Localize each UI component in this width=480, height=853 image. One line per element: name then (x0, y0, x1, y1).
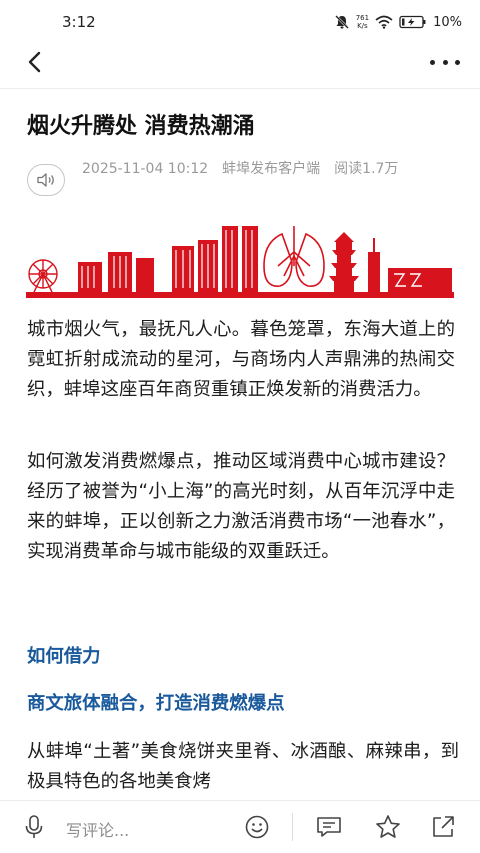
bottom-bar-divider (292, 813, 293, 841)
more-dots-icon (430, 59, 435, 65)
article-paragraph: 从蚌埠“土著”美食烧饼夹里脊、冰酒酿、麻辣串，到极具特色的各地美食烤 (27, 741, 459, 792)
net-speed-value: 761 (355, 14, 370, 22)
more-dot (455, 59, 460, 65)
speaker-icon (37, 173, 54, 187)
chevron-left-icon (28, 51, 41, 73)
status-time: 3:12 (62, 13, 96, 31)
article-paragraph: 城市烟火气，最抚凡人心。暮色笼罩，东海大道上的霓虹折射成流动的星河，与商场内人声… (27, 319, 455, 400)
microphone-icon[interactable] (22, 814, 46, 840)
share-icon[interactable] (430, 814, 456, 840)
net-speed-unit: K/s (357, 22, 368, 30)
section-heading: 商文旅体融合，打造消费燃爆点 (27, 693, 285, 714)
mute-bell-icon (334, 15, 349, 29)
more-button[interactable] (430, 50, 460, 74)
section-heading: 如何借力 (27, 646, 101, 667)
bottom-action-bar: 写评论... (0, 800, 480, 853)
nav-bar (0, 44, 480, 80)
emoji-icon[interactable] (244, 814, 270, 840)
wifi-icon (375, 15, 393, 29)
star-icon[interactable] (374, 814, 402, 840)
read-aloud-button[interactable] (27, 164, 65, 196)
status-bar: 3:12 761 K/s 10% (0, 0, 480, 44)
status-icons: 761 K/s 10% (334, 12, 462, 32)
net-speed: 761 K/s (356, 14, 369, 30)
battery-charging-icon (399, 15, 426, 29)
article-meta: 2025-11-04 10:12 蚌埠发布客户端 阅读1.7万 (82, 161, 399, 177)
nav-divider (0, 88, 480, 89)
comment-input[interactable]: 写评论... (66, 817, 129, 841)
battery-percent: 10% (433, 14, 462, 30)
comment-icon[interactable] (316, 815, 342, 839)
city-skyline-banner (26, 226, 454, 298)
article-title: 烟火升腾处 消费热潮涌 (27, 114, 255, 139)
article-paragraph: 如何激发消费燃爆点，推动区域消费中心城市建设？经历了被誉为“小上海”的高光时刻，… (27, 451, 455, 562)
more-dot (442, 59, 448, 65)
back-button[interactable] (22, 48, 50, 76)
